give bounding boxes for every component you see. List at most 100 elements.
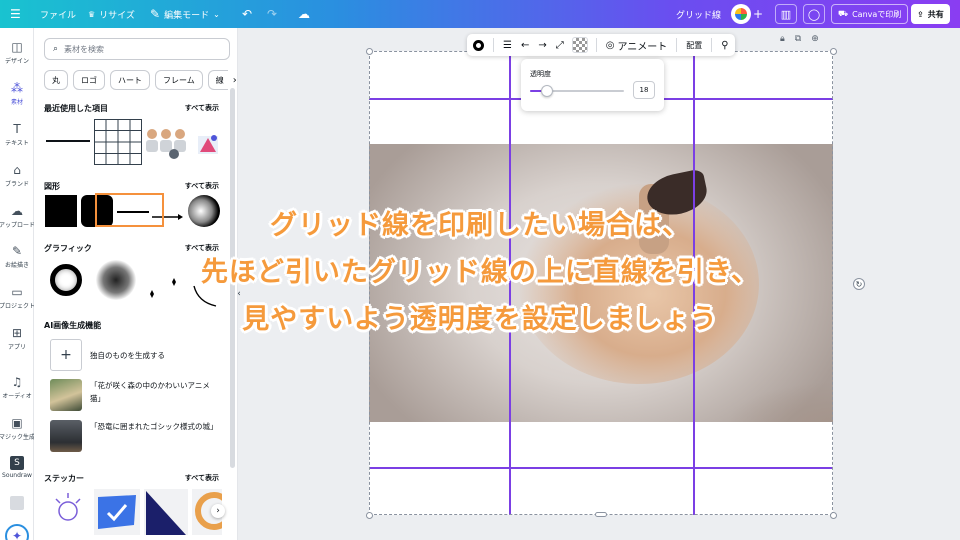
rail-item-upload[interactable]: ☁ アップロード — [0, 204, 35, 229]
share-button[interactable]: ⇪ 共有 — [911, 4, 950, 24]
chevron-right-icon[interactable]: › — [233, 70, 237, 90]
animate-label: アニメート — [617, 41, 668, 53]
grid-line-horizontal[interactable] — [369, 467, 833, 469]
recent-see-all[interactable]: すべて表示 — [185, 103, 219, 113]
sticker-lightbulb[interactable] — [46, 489, 90, 535]
resize-handle[interactable] — [595, 512, 607, 517]
app-icon[interactable] — [10, 496, 24, 510]
line-end-button[interactable]: → — [538, 40, 546, 51]
line-start-button[interactable]: ← — [521, 40, 529, 51]
audio-icon: ♫ — [11, 375, 23, 389]
recent-illustration[interactable] — [194, 130, 222, 158]
transparency-slider[interactable] — [530, 85, 624, 97]
analytics-button[interactable]: ▥ — [775, 4, 797, 24]
ai-prompt-item-castle[interactable]: 「恐竜に囲まれたゴシック様式の城」 — [50, 420, 220, 452]
chip-frame[interactable]: フレーム — [155, 70, 203, 90]
redo-button[interactable]: ↷ — [267, 0, 277, 28]
copy-style-button[interactable]: ⚲ — [721, 40, 728, 51]
transparency-button[interactable] — [571, 37, 588, 53]
sticker-triangle[interactable] — [144, 489, 188, 535]
duplicate-icon[interactable]: ⧉ — [795, 34, 801, 44]
recent-table-element[interactable] — [94, 119, 142, 165]
rotate-handle[interactable]: ↻ — [853, 278, 865, 290]
diagonal-line-icon: ⤢ — [555, 39, 564, 51]
recent-people-graphic[interactable] — [144, 126, 190, 160]
left-rail: ◫ デザイン ⁂ 素材 T テキスト ⌂ ブランド ☁ アップロード ✎ お絵描… — [0, 28, 36, 540]
square-shape[interactable] — [45, 195, 77, 227]
share-icon: ⇪ — [917, 9, 924, 19]
stroke-color-button[interactable] — [473, 39, 484, 51]
rail-label: デザイン — [4, 58, 29, 65]
avatar[interactable] — [731, 4, 751, 24]
rail-item-draw[interactable]: ✎ お絵描き — [0, 244, 34, 269]
rail-item-text[interactable]: T テキスト — [0, 122, 34, 147]
doc-title-text: グリッド線 — [676, 10, 722, 21]
rail-label: Soundraw — [2, 472, 32, 479]
rail-item-brand[interactable]: ⌂ ブランド — [0, 163, 34, 188]
crown-icon: ♛ — [88, 9, 96, 19]
cloud-icon: ☁ — [298, 7, 310, 21]
ring-graphic[interactable] — [50, 264, 82, 296]
folder-icon: ▭ — [11, 285, 23, 299]
lock-icon[interactable]: 🔒︎ — [780, 34, 785, 44]
transparency-label: 透明度 — [530, 70, 551, 78]
add-page-icon[interactable]: ⊕ — [811, 34, 819, 44]
bar-chart-icon: ▥ — [780, 7, 792, 21]
rail-item-audio[interactable]: ♫ オーディオ — [0, 375, 34, 400]
search-input[interactable]: ⌕ 素材を検索 — [44, 38, 230, 60]
comments-button[interactable]: ◯ — [803, 4, 825, 24]
add-collaborator-button[interactable]: + — [753, 0, 763, 28]
apps-icon: ⊞ — [11, 326, 23, 340]
document-title[interactable]: グリッド線 — [676, 0, 721, 28]
resize-handle[interactable] — [366, 512, 373, 519]
brand-icon: ⌂ — [13, 163, 21, 177]
cloud-save-button[interactable]: ☁ — [298, 0, 310, 28]
rail-item-design[interactable]: ◫ デザイン — [0, 40, 34, 65]
line-weight-icon: ☰ — [503, 39, 512, 51]
rail-label: プロジェクト — [0, 303, 36, 310]
magic-assistant-button[interactable]: ✦ — [5, 524, 29, 540]
ai-generate-item[interactable]: + 独自のものを生成する — [50, 339, 220, 371]
edit-mode-label: 編集モード — [164, 10, 210, 21]
rail-label: アプリ — [7, 344, 26, 351]
rail-item-projects[interactable]: ▭ プロジェクト — [0, 285, 36, 310]
animate-button[interactable]: ◎ アニメート — [606, 38, 668, 53]
transparency-value-input[interactable]: 18 — [633, 81, 655, 99]
chip-logo[interactable]: ロゴ — [73, 70, 105, 90]
rail-item-elements[interactable]: ⁂ 素材 — [0, 81, 34, 106]
chip-line[interactable]: 線 — [207, 70, 228, 90]
edit-mode-dropdown[interactable]: ✎ 編集モード ⌄ — [150, 0, 220, 28]
canva-print-button[interactable]: ⛟ Canvaで印刷 — [831, 4, 909, 24]
menu-button[interactable]: ☰ — [10, 0, 21, 28]
comment-icon: ◯ — [807, 7, 821, 21]
recent-line-element[interactable] — [46, 140, 90, 142]
chip-heart[interactable]: ハート — [110, 70, 150, 90]
rail-item-soundraw[interactable]: S Soundraw — [0, 456, 34, 479]
line-weight-button[interactable]: ☰ — [503, 40, 512, 51]
stickers-see-all[interactable]: すべて表示 — [185, 473, 219, 483]
sparkle-icon: ✦ — [11, 529, 23, 540]
shapes-see-all[interactable]: すべて表示 — [185, 181, 219, 191]
chevron-right-icon[interactable]: › — [211, 504, 225, 518]
undo-icon: ↶ — [242, 7, 253, 21]
rail-item-apps[interactable]: ⊞ アプリ — [0, 326, 34, 351]
position-button[interactable]: 配置 — [686, 40, 702, 51]
chip-circle[interactable]: 丸 — [44, 70, 68, 90]
resize-handle[interactable] — [830, 512, 837, 519]
rail-item-magic[interactable]: ▣ マジック生成 — [0, 416, 35, 441]
ai-prompt-item-cat[interactable]: 「花が咲く森の中のかわいいアニメ猫」 — [50, 379, 220, 411]
file-menu[interactable]: ファイル — [40, 0, 76, 28]
resize-button[interactable]: ♛ リサイズ — [88, 0, 135, 28]
draw-icon: ✎ — [11, 244, 23, 258]
plus-icon: + — [50, 339, 82, 371]
line-type-button[interactable]: ⤢ — [556, 40, 564, 51]
file-label: ファイル — [40, 10, 77, 21]
resize-handle[interactable] — [366, 48, 373, 55]
sticker-flag-check[interactable] — [94, 489, 140, 535]
slider-thumb[interactable] — [541, 85, 553, 97]
undo-button[interactable]: ↶ — [242, 0, 252, 28]
paint-roller-icon: ⚲ — [721, 39, 729, 51]
arrow-left-icon: ← — [520, 39, 530, 51]
resize-handle[interactable] — [830, 48, 837, 55]
caption-line-2: 先ほど引いたグリッド線の上に直線を引き、 — [200, 257, 760, 288]
